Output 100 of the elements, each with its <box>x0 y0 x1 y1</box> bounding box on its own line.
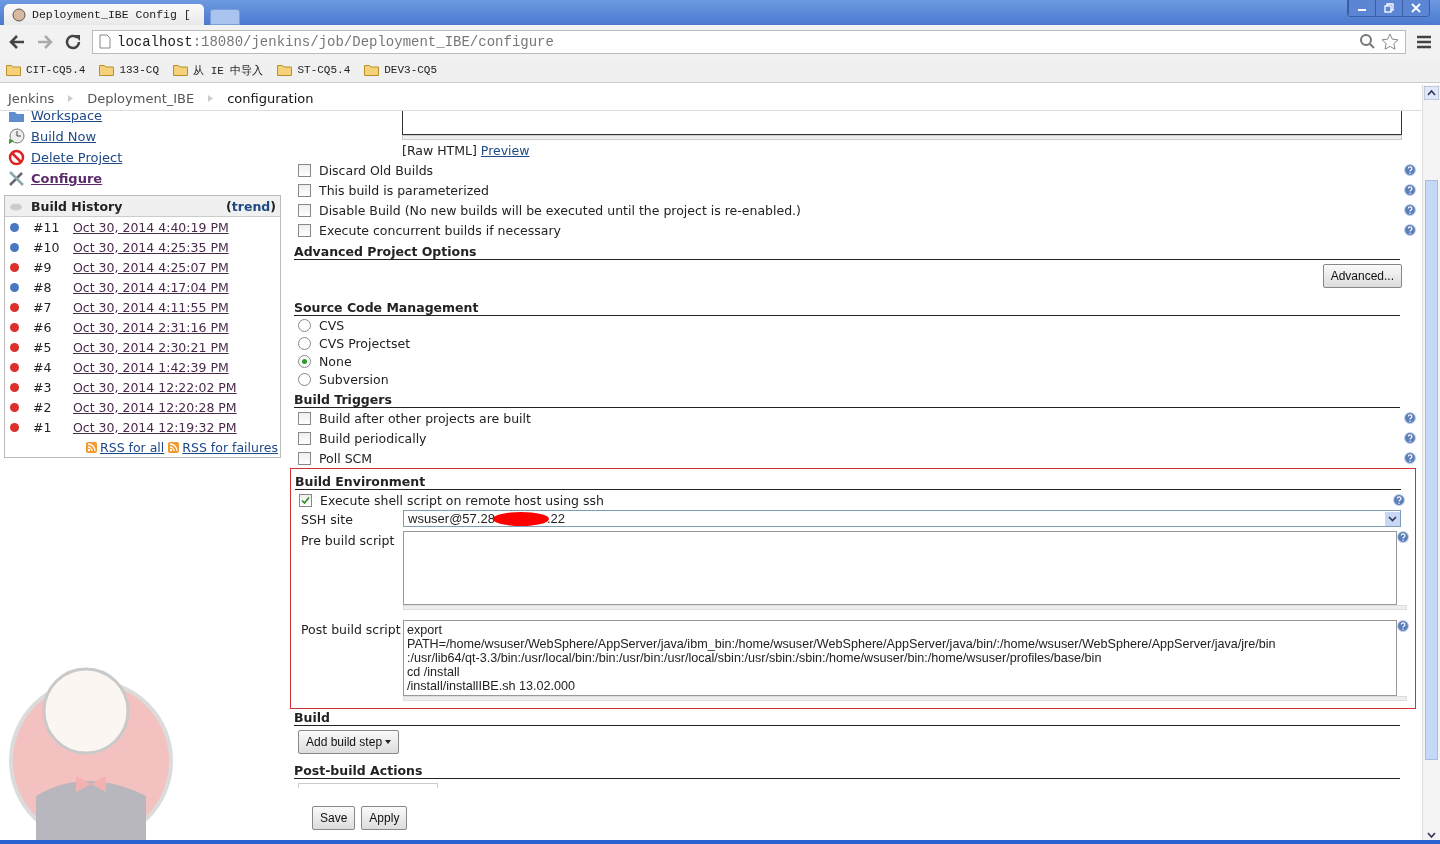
build-number: #6 <box>33 319 53 335</box>
build-number: #10 <box>33 239 61 255</box>
advanced-button[interactable]: Advanced... <box>1322 264 1402 288</box>
help-icon[interactable] <box>1404 412 1416 424</box>
breadcrumb-link[interactable]: Jenkins <box>8 90 55 106</box>
checkbox[interactable] <box>298 431 311 445</box>
option-label: Build periodically <box>319 430 427 446</box>
radio-button[interactable] <box>298 354 311 368</box>
option-label: CVS <box>319 317 345 333</box>
trend-link[interactable]: (trend) <box>226 198 276 214</box>
field-label: Pre build script <box>301 532 396 548</box>
star-icon[interactable] <box>1381 32 1399 51</box>
radio-button[interactable] <box>298 318 311 332</box>
raw-html-label: [Raw HTML] <box>402 142 477 158</box>
help-icon[interactable] <box>1404 164 1416 176</box>
section-heading: Build Environment <box>295 471 1401 490</box>
checkbox[interactable] <box>299 493 312 507</box>
clock-icon <box>8 128 25 145</box>
zoom-icon[interactable] <box>1359 32 1375 49</box>
option-label: Discard Old Builds <box>319 162 434 178</box>
add-build-step-button[interactable]: Add build step <box>298 730 400 754</box>
build-date-link[interactable]: Oct 30, 2014 4:17:04 PM <box>73 279 229 295</box>
prohibited-icon <box>8 149 25 166</box>
rss-icon <box>168 441 180 453</box>
form-button[interactable]: Save <box>312 806 356 830</box>
caret-icon <box>385 740 392 744</box>
build-number: #7 <box>33 299 53 315</box>
build-date-link[interactable]: Oct 30, 2014 12:20:28 PM <box>73 399 237 415</box>
build-date-link[interactable]: Oct 30, 2014 4:40:19 PM <box>73 219 229 235</box>
scrollbar-thumb[interactable] <box>1425 180 1438 760</box>
bookmark[interactable]: ST-CQ5.4 <box>277 64 351 76</box>
form-button[interactable]: Apply <box>361 806 408 830</box>
build-date-link[interactable]: Oct 30, 2014 4:11:55 PM <box>73 299 229 315</box>
build-date-link[interactable]: Oct 30, 2014 4:25:07 PM <box>73 259 229 275</box>
rss-icon <box>86 441 97 453</box>
folder-icon <box>99 64 115 76</box>
sidebar-link[interactable]: Build Now <box>8 126 288 147</box>
build-number: #4 <box>33 359 53 375</box>
breadcrumb-link[interactable]: Deployment_IBE <box>87 90 195 106</box>
close-button[interactable] <box>1402 0 1429 16</box>
browser-tab[interactable]: Deployment_IBE Config [ <box>4 4 204 25</box>
rss-all-link[interactable]: RSS for all <box>86 439 165 455</box>
radio-button[interactable] <box>298 336 311 350</box>
folder-icon <box>6 64 21 76</box>
address-bar[interactable]: localhost:18080/jenkins/job/Deployment_IBE/configure <box>92 29 1406 54</box>
menu-icon[interactable] <box>1416 34 1432 49</box>
checkbox[interactable] <box>298 183 311 197</box>
field-label: SSH site <box>301 511 354 527</box>
bookmark[interactable]: DEV3-CQ5 <box>364 64 438 76</box>
restore-icon <box>1384 3 1394 13</box>
chevron-icon <box>68 94 74 102</box>
back-icon[interactable] <box>8 32 26 51</box>
sidebar-link[interactable]: Workspace <box>8 105 288 126</box>
checkbox[interactable] <box>298 411 311 425</box>
build-date-link[interactable]: Oct 30, 2014 1:42:39 PM <box>73 359 229 375</box>
help-icon[interactable] <box>1404 432 1416 444</box>
bookmark[interactable]: 133-CQ <box>99 64 160 76</box>
post-build-script-field[interactable]: export PATH=/home/wsuser/WebSphere/AppServer/java/ibm_bin:/home/wsuser/WebSphere/AppServer/java/bin/:/home/wsuser/WebSphere/AppServer/java/jre/bin :/usr/lib64/qt-3.3/bin:/usr/local/bin:/bin:/usr/bin:/usr/local/sbin:/usr/sbin:/sbin:/home/wsuser/bin:/home/wsuser/profiles/base/bin cd /install /install/installIBE.sh 13.02.000 <box>403 620 1397 696</box>
bookmark[interactable]: 从 IE 中导入 <box>173 62 264 78</box>
reload-icon[interactable] <box>64 32 82 51</box>
build-number: #11 <box>33 219 61 235</box>
breadcrumb-link[interactable]: configuration <box>227 90 314 106</box>
option-label: Build after other projects are built <box>319 410 531 426</box>
rss-failures-link[interactable]: RSS for failures <box>168 439 278 455</box>
radio-button[interactable] <box>298 372 311 386</box>
minimize-button[interactable] <box>1348 0 1375 16</box>
forward-icon[interactable] <box>36 32 54 51</box>
build-number: #1 <box>33 419 53 435</box>
scroll-up-icon[interactable] <box>1424 86 1439 100</box>
help-icon[interactable] <box>1393 494 1405 506</box>
help-icon[interactable] <box>1404 184 1416 196</box>
build-date-link[interactable]: Oct 30, 2014 2:30:21 PM <box>73 339 229 355</box>
sidebar-link[interactable]: Configure <box>8 168 288 189</box>
preview-link[interactable]: Preview <box>480 142 530 158</box>
sidebar-link[interactable]: Delete Project <box>8 147 288 168</box>
bookmark[interactable]: CIT-CQ5.4 <box>6 64 86 76</box>
tools-icon <box>8 170 25 187</box>
help-icon[interactable] <box>1397 620 1409 632</box>
build-date-link[interactable]: Oct 30, 2014 4:25:35 PM <box>73 239 229 255</box>
build-date-link[interactable]: Oct 30, 2014 12:19:32 PM <box>73 419 237 435</box>
build-date-link[interactable]: Oct 30, 2014 12:22:02 PM <box>73 379 237 395</box>
section-heading: Build <box>294 707 1400 726</box>
help-icon[interactable] <box>1404 452 1416 464</box>
folder-icon <box>364 64 380 76</box>
close-icon <box>1411 3 1421 13</box>
help-icon[interactable] <box>1404 224 1416 236</box>
option-label: This build is parameterized <box>319 182 489 198</box>
option-label: Execute concurrent builds if necessary <box>319 222 561 238</box>
checkbox[interactable] <box>298 223 311 237</box>
restore-button[interactable] <box>1375 0 1402 16</box>
pre-build-script-field[interactable] <box>403 531 1397 605</box>
chevron-icon <box>208 94 214 102</box>
checkbox[interactable] <box>298 203 311 217</box>
ssh-site-dropdown[interactable]: wsuser@57.28 .22 <box>403 510 1401 527</box>
build-date-link[interactable]: Oct 30, 2014 2:31:16 PM <box>73 319 229 335</box>
help-icon[interactable] <box>1404 204 1416 216</box>
section-heading: Post-build Actions <box>294 760 1400 779</box>
help-icon[interactable] <box>1397 531 1409 543</box>
checkbox[interactable] <box>298 163 311 177</box>
checkbox[interactable] <box>298 451 311 465</box>
